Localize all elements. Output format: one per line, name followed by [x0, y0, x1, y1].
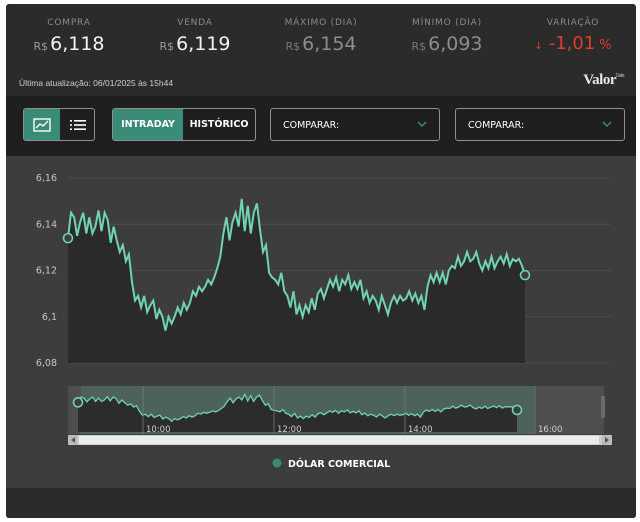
compare-dropdown-1[interactable]: COMPARAR: — [270, 108, 440, 141]
intraday-chart[interactable]: 6,16 6,14 6,12 6,1 6,08 10:00 12:00 14:00 16:00 — [6, 156, 636, 488]
stat-label: VARIAÇÃO — [546, 18, 600, 28]
navigator-time-label: 10:00 — [146, 425, 171, 435]
navigator-scrollbar[interactable] — [68, 435, 612, 445]
chevron-down-icon — [602, 121, 612, 128]
currency-widget: COMPRA R$ 6,118 VENDA R$ 6,119 MÁXIMO (DIA… — [6, 4, 636, 518]
tab-historico[interactable]: HISTÓRICO — [183, 109, 255, 140]
y-tick-label: 6,08 — [36, 358, 57, 369]
stat-variacao: VARIAÇÃO ↓ -1,01% — [510, 18, 636, 58]
last-updated: Última atualização: 06/01/2025 às 15h44 — [19, 78, 174, 88]
legend-label: DÓLAR COMERCIAL — [288, 458, 390, 470]
stat-maximo: MÁXIMO (DIA) R$ 6,154 — [258, 18, 384, 58]
navigator-grip[interactable] — [601, 396, 605, 418]
y-tick-label: 6,14 — [36, 219, 57, 230]
widget-footer — [6, 488, 636, 518]
series-start-marker — [62, 232, 74, 244]
y-tick-label: 6,1 — [42, 312, 57, 323]
stat-minimo: MÍNIMO (DIA) R$ 6,093 — [384, 18, 510, 58]
navigator-time-label: 12:00 — [277, 425, 302, 435]
stat-label: VENDA — [177, 18, 213, 28]
stat-venda: VENDA R$ 6,119 — [132, 18, 258, 58]
chart-toolbar: INTRADAY HISTÓRICO COMPARAR: COMPARAR: — [6, 96, 636, 156]
tab-intraday[interactable]: INTRADAY — [113, 109, 183, 140]
line-chart-icon — [33, 117, 51, 132]
currency-symbol: R$ — [159, 40, 175, 53]
compare-label: COMPARAR: — [283, 120, 340, 131]
navigator: 10:00 12:00 14:00 16:00 — [68, 386, 605, 435]
stat-label: COMPRA — [47, 18, 91, 28]
stat-value: 6,119 — [176, 33, 231, 55]
currency-symbol: R$ — [411, 40, 427, 53]
series-end-marker — [519, 269, 531, 281]
chevron-down-icon — [417, 121, 427, 128]
currency-symbol: R$ — [285, 40, 301, 53]
price-area — [68, 198, 525, 363]
navigator-handle-right[interactable] — [511, 404, 523, 416]
legend-marker — [272, 458, 282, 468]
chart-area: 6,16 6,14 6,12 6,1 6,08 10:00 12:00 14:00 16:00 — [6, 156, 636, 488]
currency-symbol: R$ — [33, 40, 49, 53]
chart-view-button[interactable] — [24, 109, 60, 140]
stat-value: 6,118 — [50, 33, 105, 55]
navigator-time-label: 14:00 — [408, 425, 433, 435]
stat-value: 6,154 — [302, 33, 357, 55]
stat-compra: COMPRA R$ 6,118 — [6, 18, 132, 58]
stat-label: MÁXIMO (DIA) — [284, 18, 358, 28]
period-tabs: INTRADAY HISTÓRICO — [112, 108, 256, 141]
stat-label: MÍNIMO (DIA) — [412, 18, 482, 28]
stat-value: 6,093 — [428, 33, 483, 55]
quote-stats: COMPRA R$ 6,118 VENDA R$ 6,119 MÁXIMO (DIA… — [6, 4, 636, 68]
view-toggle — [23, 108, 95, 141]
compare-label: COMPARAR: — [468, 120, 525, 131]
list-view-button[interactable] — [60, 109, 94, 140]
valor-logo: Valor Data — [583, 72, 624, 88]
compare-dropdown-2[interactable]: COMPARAR: — [455, 108, 625, 141]
y-tick-label: 6,16 — [36, 173, 57, 184]
arrow-down-icon: ↓ — [534, 41, 543, 52]
navigator-time-label: 16:00 — [538, 425, 563, 435]
percent-unit: % — [599, 38, 612, 53]
y-tick-label: 6,12 — [36, 266, 57, 277]
scrollbar-thumb[interactable] — [79, 436, 599, 444]
list-icon — [70, 119, 86, 130]
navigator-handle-left[interactable] — [72, 397, 84, 408]
chart-legend[interactable]: DÓLAR COMERCIAL — [272, 458, 391, 470]
stat-value: -1,01 — [548, 33, 596, 54]
